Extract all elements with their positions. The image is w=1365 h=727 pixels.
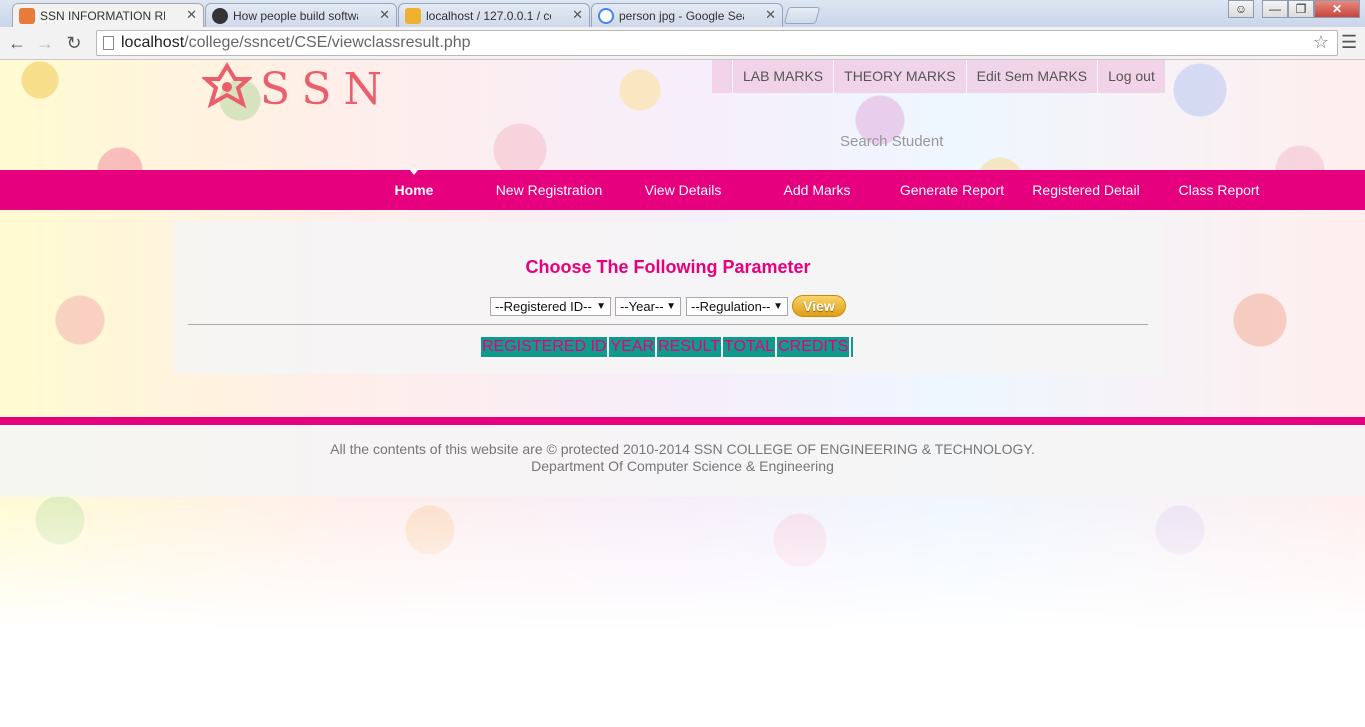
footer: All the contents of this website are © p… bbox=[0, 425, 1365, 497]
google-icon bbox=[598, 8, 614, 24]
forward-arrow-icon[interactable]: → bbox=[34, 32, 56, 54]
department-text: Department Of Computer Science & Enginee… bbox=[531, 458, 834, 474]
browser-tabstrip: SSN INFORMATION RETRI ✕ How people build… bbox=[0, 0, 1365, 27]
column-registered-id: REGISTERED ID bbox=[481, 337, 608, 357]
menu-icon[interactable]: ☰ bbox=[1341, 32, 1357, 53]
close-icon[interactable]: ✕ bbox=[379, 7, 390, 23]
column-result: RESULT bbox=[657, 337, 721, 357]
edit-sem-marks-link[interactable]: Edit Sem MARKS bbox=[965, 60, 1097, 93]
select-value: --Year-- bbox=[620, 299, 664, 314]
main-nav: Home New Registration View Details Add M… bbox=[0, 169, 1365, 210]
tab-google-search[interactable]: person jpg - Google Searc ✕ bbox=[591, 3, 783, 27]
logout-link[interactable]: Log out bbox=[1097, 60, 1165, 93]
panel-heading: Choose The Following Parameter bbox=[525, 257, 811, 277]
html-favicon-icon bbox=[19, 8, 35, 24]
dropdown-arrow-icon: ▼ bbox=[666, 301, 676, 312]
lab-marks-link[interactable]: LAB MARKS bbox=[732, 60, 833, 93]
tab-title: SSN INFORMATION RETRI bbox=[40, 9, 165, 23]
tab-title: How people build softwar bbox=[233, 9, 358, 23]
top-menu: LAB MARKS THEORY MARKS Edit Sem MARKS Lo… bbox=[712, 60, 1165, 93]
page-icon bbox=[103, 36, 114, 50]
nav-home[interactable]: Home bbox=[384, 170, 444, 210]
github-icon bbox=[212, 8, 228, 24]
nav-registered-detail[interactable]: Registered Detail bbox=[1026, 170, 1146, 210]
tab-phpmyadmin[interactable]: localhost / 127.0.0.1 / colle ✕ bbox=[398, 3, 590, 27]
close-window-button[interactable]: ✕ bbox=[1314, 0, 1360, 18]
tab-title: person jpg - Google Searc bbox=[619, 9, 744, 23]
divider bbox=[188, 324, 1148, 325]
logo-text: SSN bbox=[260, 64, 395, 115]
reload-icon[interactable]: ↻ bbox=[63, 32, 85, 54]
theory-marks-link[interactable]: THEORY MARKS bbox=[833, 60, 966, 93]
close-icon[interactable]: ✕ bbox=[186, 7, 197, 23]
close-icon[interactable]: ✕ bbox=[572, 7, 583, 23]
view-button[interactable]: View bbox=[792, 295, 846, 317]
nav-add-marks[interactable]: Add Marks bbox=[770, 170, 864, 210]
nav-class-report[interactable]: Class Report bbox=[1170, 170, 1268, 210]
regulation-select[interactable]: --Regulation-- ▼ bbox=[686, 297, 788, 316]
nav-new-registration[interactable]: New Registration bbox=[488, 170, 610, 210]
browser-toolbar: ← → ↻ localhost/college/ssncet/CSE/viewc… bbox=[0, 27, 1365, 60]
year-select[interactable]: --Year-- ▼ bbox=[615, 297, 681, 316]
copyright-text: All the contents of this website are © p… bbox=[330, 441, 1035, 457]
dropdown-arrow-icon: ▼ bbox=[596, 301, 606, 312]
bookmark-star-icon[interactable]: ☆ bbox=[1313, 32, 1329, 53]
nav-view-details[interactable]: View Details bbox=[632, 170, 734, 210]
select-value: --Registered ID-- bbox=[495, 299, 592, 314]
search-student-input[interactable] bbox=[838, 132, 1042, 151]
page-background: SSN LAB MARKS THEORY MARKS Edit Sem MARK… bbox=[0, 60, 1365, 727]
parameter-panel: Choose The Following Parameter --Registe… bbox=[173, 221, 1163, 374]
maximize-button[interactable]: ❐ bbox=[1288, 0, 1314, 18]
result-table-header: REGISTERED ID YEAR RESULT TOTAL CREDITS bbox=[481, 337, 854, 357]
tab-title: localhost / 127.0.0.1 / colle bbox=[426, 9, 551, 23]
address-bar[interactable]: localhost/college/ssncet/CSE/viewclassre… bbox=[96, 30, 1338, 56]
new-tab-button[interactable] bbox=[783, 7, 821, 24]
minimize-button[interactable]: — bbox=[1262, 0, 1288, 18]
column-year: YEAR bbox=[609, 337, 656, 357]
dropdown-arrow-icon: ▼ bbox=[773, 301, 783, 312]
registered-id-select[interactable]: --Registered ID-- ▼ bbox=[490, 297, 611, 316]
user-icon[interactable]: ☺ bbox=[1228, 0, 1254, 18]
nav-generate-report[interactable]: Generate Report bbox=[893, 170, 1011, 210]
tab-ssn-information[interactable]: SSN INFORMATION RETRI ✕ bbox=[12, 3, 204, 27]
url-text[interactable]: localhost/college/ssncet/CSE/viewclassre… bbox=[121, 34, 471, 52]
column-credits: CREDITS bbox=[777, 337, 850, 357]
footer-bar bbox=[0, 417, 1365, 425]
close-icon[interactable]: ✕ bbox=[765, 7, 776, 23]
column-total: TOTAL bbox=[722, 337, 776, 357]
tab-github[interactable]: How people build softwar ✕ bbox=[205, 3, 397, 27]
back-arrow-icon[interactable]: ← bbox=[6, 32, 28, 54]
ssn-logo-mark-icon bbox=[202, 62, 252, 109]
select-value: --Regulation-- bbox=[691, 299, 771, 314]
phpmyadmin-icon bbox=[405, 8, 421, 24]
